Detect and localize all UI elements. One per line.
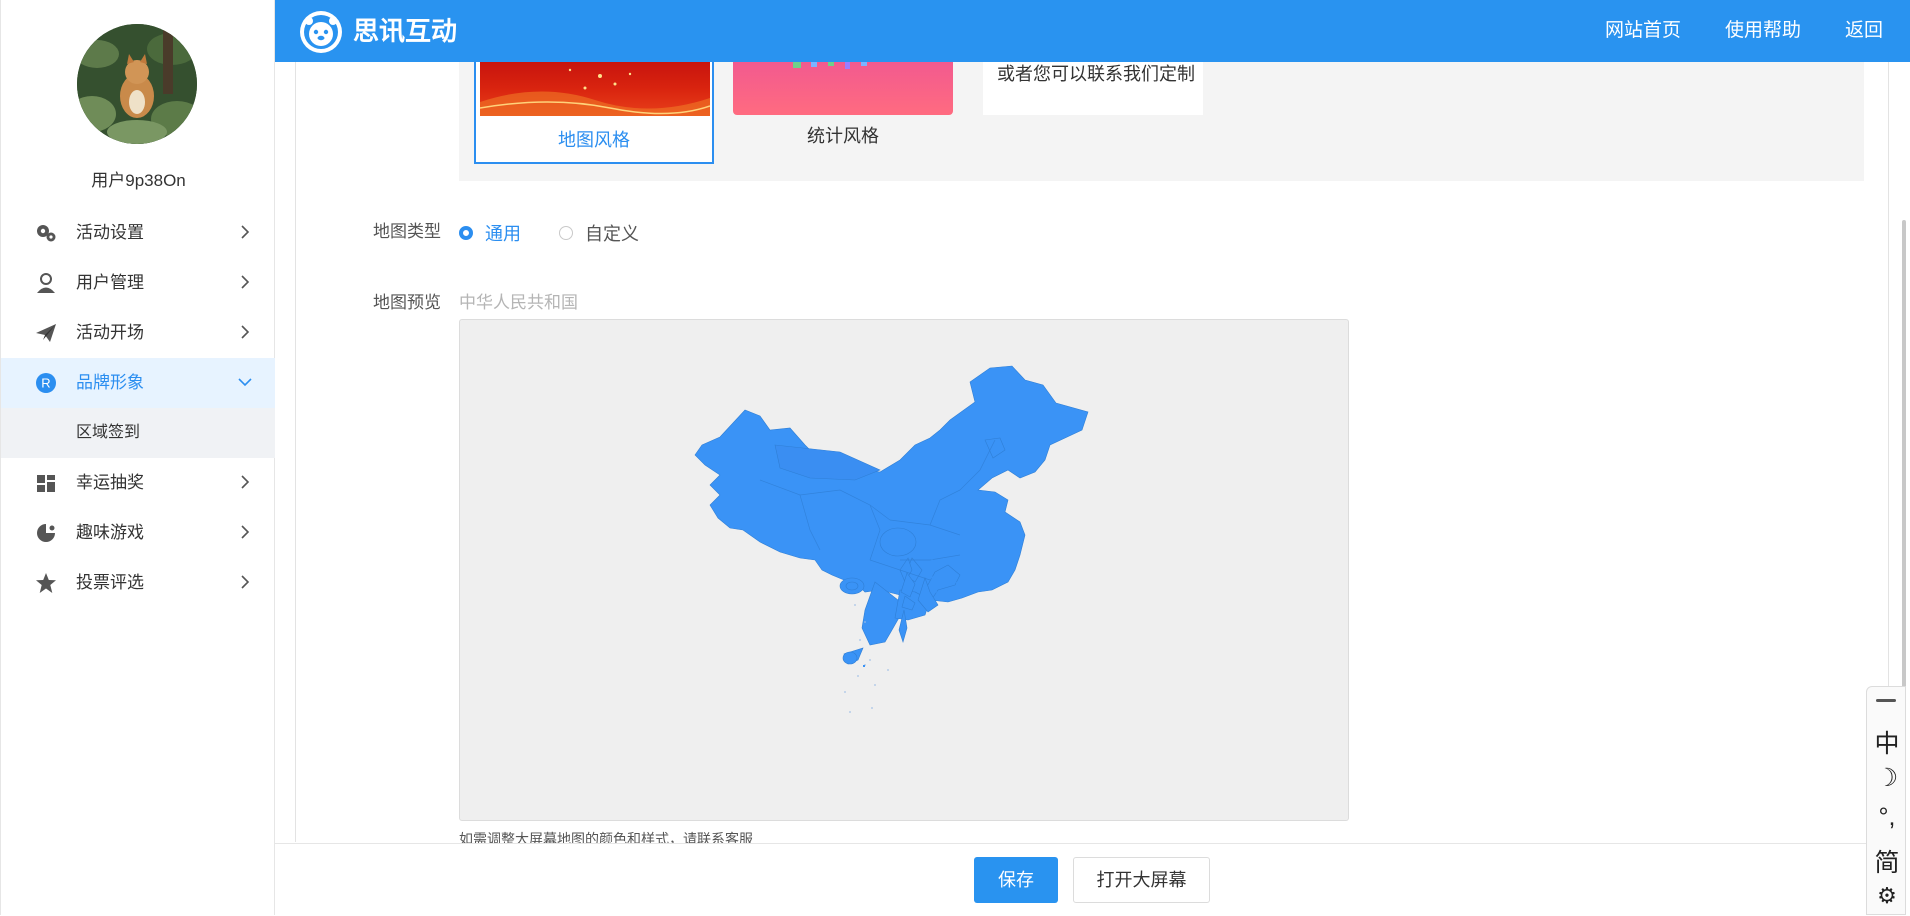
logo-icon[interactable]	[299, 10, 343, 54]
map-preview[interactable]	[459, 319, 1349, 821]
sidebar-subitem-label: 区域签到	[76, 424, 141, 441]
china-map	[694, 365, 1089, 713]
content-border-left	[295, 62, 296, 842]
ime-collapse-handle[interactable]	[1876, 699, 1896, 702]
radio-label: 自定义	[585, 224, 639, 244]
ime-punctuation-icon[interactable]: °,	[1867, 803, 1907, 832]
svg-text:R: R	[41, 376, 50, 391]
nav-help-link[interactable]: 使用帮助	[1725, 0, 1801, 62]
map-name: 中华人民共和国	[459, 293, 578, 312]
map-style-thumbnail	[480, 62, 710, 116]
radio-label: 通用	[485, 224, 521, 244]
ime-toolbar: 中 ☽ °, 简 ⚙	[1866, 686, 1906, 915]
chevron-down-icon	[237, 374, 253, 390]
sidebar-item-user-management[interactable]: 用户管理	[1, 258, 275, 308]
user-icon	[35, 272, 57, 294]
sidebar-item-label: 活动设置	[76, 223, 144, 242]
radio-checked-icon	[459, 226, 473, 240]
gears-icon	[35, 222, 57, 244]
ime-simplified-icon[interactable]: 简	[1867, 843, 1907, 879]
avatar-cat-image	[77, 24, 197, 144]
sidebar-subitem-area-checkin[interactable]: 区域签到	[1, 408, 275, 458]
stat-style-thumbnail[interactable]	[733, 62, 953, 115]
sidebar: 用户9p38On 活动设置 用户管理 活动开场 R 品牌形象 区域签到 幸运抽奖…	[0, 0, 275, 915]
map-preview-label: 地图预览	[373, 293, 441, 312]
sidebar-item-label: 投票评选	[76, 573, 144, 592]
brand-name: 思讯互动	[353, 16, 458, 46]
sidebar-item-activity-opening[interactable]: 活动开场	[1, 308, 275, 358]
chevron-right-icon	[237, 524, 253, 540]
paper-plane-icon	[35, 322, 57, 344]
chevron-right-icon	[237, 274, 253, 290]
open-big-screen-button[interactable]: 打开大屏幕	[1073, 857, 1210, 903]
ime-settings-gear-icon[interactable]: ⚙	[1867, 883, 1907, 909]
map-type-label: 地图类型	[373, 222, 441, 241]
save-button[interactable]: 保存	[974, 857, 1058, 903]
sidebar-item-label: 幸运抽奖	[76, 473, 144, 492]
sidebar-item-label: 用户管理	[76, 273, 144, 292]
sidebar-item-label: 趣味游戏	[76, 523, 144, 542]
sidebar-item-brand-image[interactable]: R 品牌形象	[1, 358, 275, 408]
gift-icon	[35, 472, 57, 494]
avatar[interactable]	[77, 24, 197, 144]
sidebar-menu: 活动设置 用户管理 活动开场 R 品牌形象 区域签到 幸运抽奖 趣味游戏 投票评…	[1, 208, 275, 608]
radio-unchecked-icon	[559, 226, 573, 240]
username: 用户9p38On	[91, 171, 186, 190]
sidebar-item-voting[interactable]: 投票评选	[1, 558, 275, 608]
sidebar-item-activity-settings[interactable]: 活动设置	[1, 208, 275, 258]
ime-chinese-mode-icon[interactable]: 中	[1867, 724, 1907, 760]
game-icon	[35, 522, 57, 544]
chevron-right-icon	[237, 224, 253, 240]
custom-style-text: 或者您可以联系我们定制	[997, 64, 1195, 84]
brand-r-icon: R	[35, 372, 57, 394]
ime-night-mode-icon[interactable]: ☽	[1867, 763, 1907, 793]
sidebar-item-lucky-draw[interactable]: 幸运抽奖	[1, 458, 275, 508]
map-type-radio-custom[interactable]: 自定义	[559, 220, 639, 246]
nav-home-link[interactable]: 网站首页	[1605, 0, 1681, 62]
chevron-right-icon	[237, 574, 253, 590]
sidebar-item-label: 活动开场	[76, 323, 144, 342]
style-card-map[interactable]: 地图风格	[474, 62, 714, 164]
top-header: 思讯互动 网站首页 使用帮助 返回	[275, 0, 1910, 62]
style-card-map-label: 地图风格	[558, 130, 630, 150]
sidebar-item-label: 品牌形象	[76, 373, 144, 392]
scrollbar-thumb[interactable]	[1902, 220, 1906, 690]
chevron-right-icon	[237, 324, 253, 340]
map-type-radio-general[interactable]: 通用	[459, 220, 521, 246]
nav-back-link[interactable]: 返回	[1845, 0, 1883, 62]
star-icon	[35, 572, 57, 594]
sidebar-item-fun-games[interactable]: 趣味游戏	[1, 508, 275, 558]
style-card-stat-label[interactable]: 统计风格	[733, 122, 953, 148]
chevron-right-icon	[237, 474, 253, 490]
